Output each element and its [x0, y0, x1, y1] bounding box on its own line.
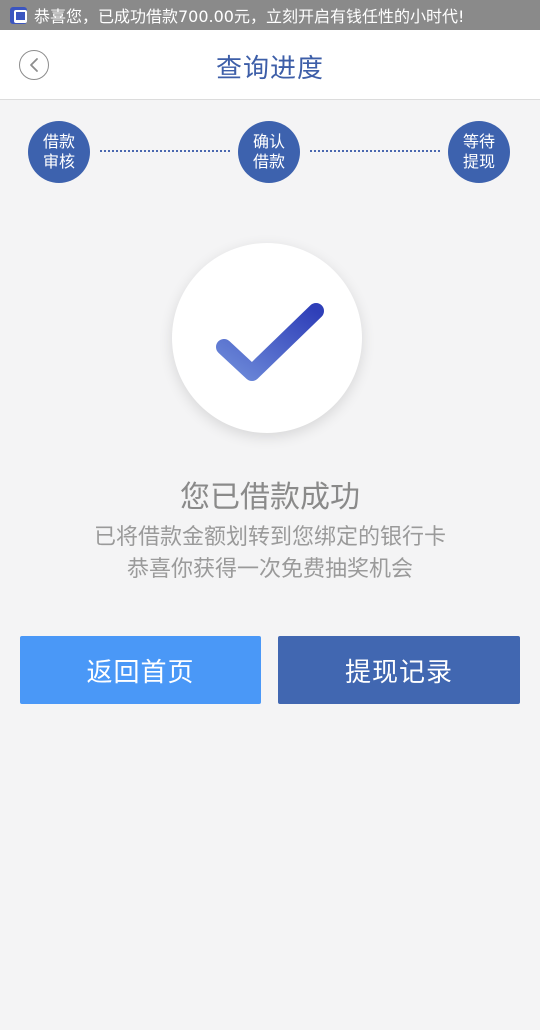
- notification-banner[interactable]: 恭喜您，已成功借款700.00元，立刻开启有钱任性的小时代!: [0, 0, 540, 30]
- step-confirm-loan: 确认 借款: [238, 121, 300, 183]
- success-circle: [172, 243, 362, 433]
- withdraw-records-button[interactable]: 提现记录: [278, 636, 520, 704]
- check-icon: [216, 303, 324, 381]
- step-label-line1: 确认: [252, 132, 285, 151]
- step-label-line1: 等待: [462, 132, 495, 151]
- step-label-line2: 审核: [42, 152, 75, 171]
- step-label-line2: 借款: [252, 152, 285, 171]
- step-await-withdraw: 等待 提现: [448, 121, 510, 183]
- header-bar: 查询进度: [0, 30, 540, 100]
- step-connector: [310, 150, 440, 152]
- back-to-home-button[interactable]: 返回首页: [20, 636, 261, 704]
- success-title: 您已借款成功: [180, 480, 360, 515]
- app-logo-icon: [10, 6, 27, 24]
- step-label-line1: 借款: [42, 132, 75, 151]
- page-title: 查询进度: [215, 54, 324, 84]
- notification-text: 恭喜您，已成功借款700.00元，立刻开启有钱任性的小时代!: [34, 7, 465, 26]
- step-loan-review: 借款 审核: [28, 121, 90, 183]
- success-message-line2: 恭喜你获得一次免费抽奖机会: [126, 557, 413, 582]
- step-label-line2: 提现: [462, 152, 495, 171]
- success-message-line1: 已将借款金额划转到您绑定的银行卡: [93, 525, 446, 550]
- step-connector: [100, 150, 230, 152]
